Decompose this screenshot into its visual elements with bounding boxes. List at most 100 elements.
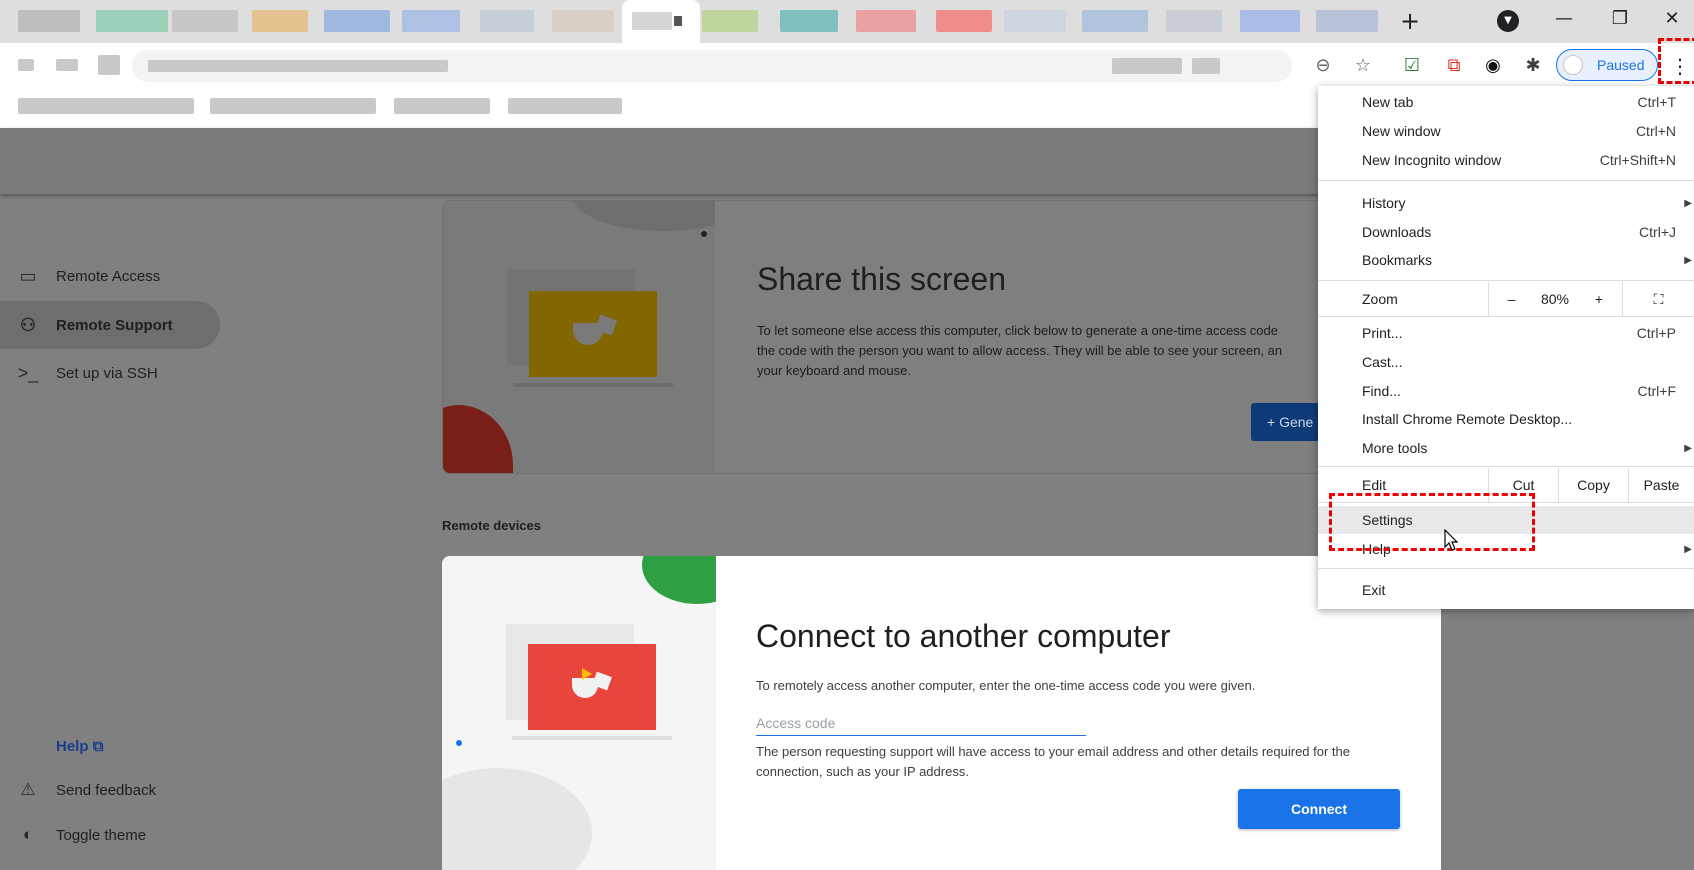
close-window-button[interactable]: ✕	[1652, 4, 1692, 34]
menu-item-bookmarks[interactable]: Bookmarks ▶	[1318, 246, 1694, 274]
tab-search-button[interactable]: ▼	[1497, 10, 1519, 32]
share-illustration	[443, 201, 715, 473]
extension-icon[interactable]: ⧉	[1443, 55, 1465, 77]
connect-title: Connect to another computer	[756, 618, 1171, 654]
fullscreen-button[interactable]: ⛶	[1622, 282, 1694, 316]
new-tab-button[interactable]: +	[1396, 8, 1424, 36]
connect-button[interactable]: Connect	[1238, 789, 1400, 829]
menu-separator	[1318, 316, 1694, 317]
menu-item-find[interactable]: Find... Ctrl+F	[1318, 377, 1694, 405]
menu-separator	[1318, 280, 1694, 281]
share-title: Share this screen	[757, 261, 1007, 297]
tab[interactable]	[1166, 10, 1222, 32]
people-icon: ⚇	[19, 314, 37, 335]
tab[interactable]	[172, 10, 238, 32]
back-icon[interactable]	[18, 59, 34, 71]
tab[interactable]	[1082, 10, 1148, 32]
help-link[interactable]: Help ⧉	[56, 738, 103, 755]
access-code-input[interactable]	[756, 710, 1086, 736]
connect-note: The person requesting support will have …	[756, 744, 1350, 779]
menu-item-print[interactable]: Print... Ctrl+P	[1318, 319, 1694, 347]
toggle-theme-button[interactable]: ◐ Toggle theme	[16, 825, 146, 845]
chevron-right-icon: ▶	[1684, 254, 1692, 266]
tab[interactable]	[402, 10, 460, 32]
plus-icon: +	[1399, 7, 1421, 35]
bookmark[interactable]	[508, 98, 622, 114]
menu-item-new-incognito[interactable]: New Incognito window Ctrl+Shift+N	[1318, 146, 1694, 174]
profile-status: Paused	[1597, 57, 1645, 73]
connect-description: To remotely access another computer, ent…	[756, 678, 1256, 693]
tab[interactable]	[780, 10, 838, 32]
share-description: To let someone else access this computer…	[757, 323, 1283, 378]
star-icon[interactable]: ☆	[1352, 55, 1374, 77]
tab[interactable]	[552, 10, 614, 32]
zoom-icon[interactable]: ⊖	[1312, 55, 1334, 77]
menu-separator	[1318, 180, 1694, 181]
zoom-in-button[interactable]: +	[1576, 282, 1622, 316]
menu-item-downloads[interactable]: Downloads Ctrl+J	[1318, 218, 1694, 246]
reload-icon[interactable]	[98, 55, 120, 75]
menu-item-new-tab[interactable]: New tab Ctrl+T	[1318, 88, 1694, 116]
tab[interactable]	[702, 10, 758, 32]
tab[interactable]	[324, 10, 390, 32]
menu-separator	[1318, 466, 1694, 467]
feedback-icon: ⚠	[20, 780, 36, 799]
browser-toolbar: ⊖ ☆ ☑ ⧉ ◉ ✱ Paused ⋮	[0, 43, 1694, 88]
bookmark[interactable]	[210, 98, 376, 114]
sidebar-item-ssh[interactable]: >_ Set up via SSH	[0, 349, 220, 397]
zoom-out-button[interactable]: –	[1488, 282, 1534, 316]
extension-icon[interactable]: ◉	[1482, 55, 1504, 77]
address-bar[interactable]	[132, 50, 1292, 82]
sidebar-item-label: Set up via SSH	[56, 364, 158, 382]
connect-card: Connect to another computer To remotely …	[442, 556, 1441, 870]
tab[interactable]	[252, 10, 308, 32]
restore-button[interactable]: ❐	[1600, 4, 1640, 34]
paste-button[interactable]: Paste	[1628, 468, 1694, 502]
minimize-button[interactable]: —	[1544, 4, 1584, 34]
tab[interactable]	[18, 10, 80, 32]
chevron-right-icon: ▶	[1684, 543, 1692, 555]
menu-item-exit[interactable]: Exit	[1318, 576, 1694, 604]
tab[interactable]	[480, 10, 534, 32]
tab[interactable]	[856, 10, 916, 32]
menu-item-cast[interactable]: Cast...	[1318, 348, 1694, 376]
terminal-icon: >_	[17, 362, 39, 383]
restore-icon: ❐	[1611, 8, 1629, 29]
open-in-new-icon: ⧉	[92, 738, 104, 755]
connect-illustration	[442, 556, 716, 870]
remote-devices-label: Remote devices	[442, 518, 541, 533]
tab-active[interactable]	[622, 0, 700, 43]
zoom-level: 80%	[1540, 291, 1570, 307]
menu-item-install[interactable]: Install Chrome Remote Desktop...	[1318, 405, 1694, 433]
tab[interactable]	[1240, 10, 1300, 32]
close-icon: ✕	[1664, 8, 1680, 29]
tab[interactable]	[96, 10, 168, 32]
menu-item-new-window[interactable]: New window Ctrl+N	[1318, 117, 1694, 145]
theme-icon: ◐	[22, 825, 34, 844]
fullscreen-icon: ⛶	[1653, 291, 1664, 307]
puzzle-icon[interactable]: ✱	[1522, 55, 1544, 77]
copy-button[interactable]: Copy	[1558, 468, 1628, 502]
bookmark[interactable]	[18, 98, 194, 114]
chevron-right-icon: ▶	[1684, 197, 1692, 209]
tab-strip: + ▼ — ❐ ✕	[0, 0, 1694, 43]
share-screen-card: Share this screen To let someone else ac…	[442, 200, 1362, 474]
forward-icon[interactable]	[56, 59, 78, 71]
tab[interactable]	[1316, 10, 1378, 32]
menu-item-more-tools[interactable]: More tools ▶	[1318, 434, 1694, 462]
extension-icon[interactable]: ☑	[1401, 55, 1423, 77]
bookmark[interactable]	[394, 98, 490, 114]
tab[interactable]	[936, 10, 992, 32]
profile-button[interactable]: Paused	[1556, 49, 1658, 81]
menu-button-highlight	[1658, 38, 1694, 84]
mouse-cursor-icon	[1444, 529, 1459, 551]
minimize-icon: —	[1555, 8, 1573, 29]
tab[interactable]	[1004, 10, 1066, 32]
menu-item-history[interactable]: History ▶	[1318, 189, 1694, 217]
sidebar-item-label: Remote Support	[56, 316, 173, 334]
sidebar-item-remote-support[interactable]: ⚇ Remote Support	[0, 301, 220, 349]
sidebar-item-remote-access[interactable]: ▭ Remote Access	[0, 252, 220, 300]
send-feedback-button[interactable]: ⚠ Send feedback	[16, 780, 156, 800]
chevron-down-circle-icon: ▼	[1504, 15, 1512, 26]
laptop-icon: ▭	[19, 265, 37, 286]
